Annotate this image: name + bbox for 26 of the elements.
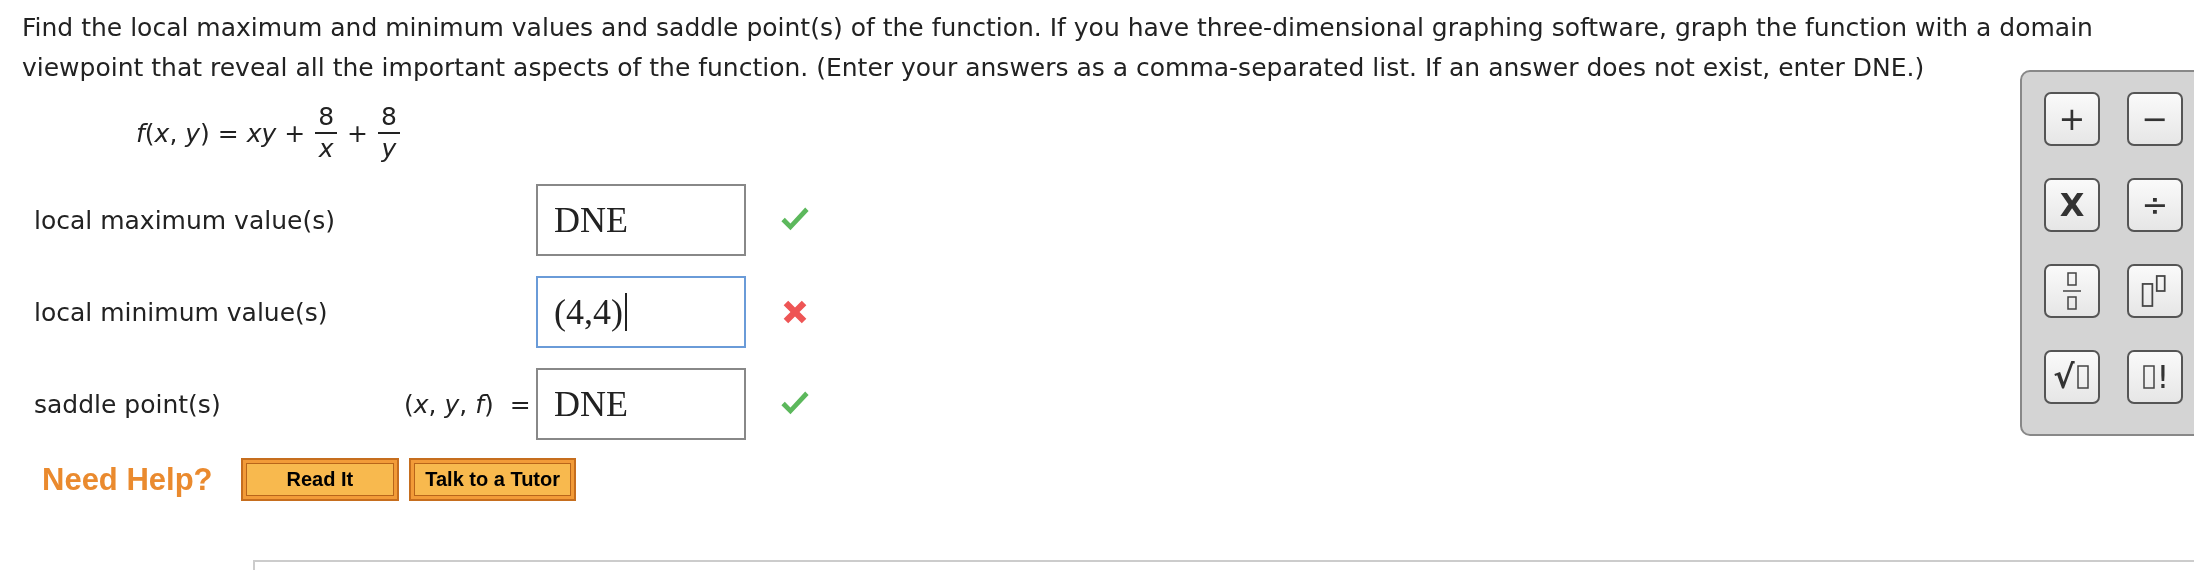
keypad-button[interactable]: +: [2044, 92, 2100, 146]
formula-text: +: [347, 118, 369, 148]
coordinate-label: (x, y, f) =: [404, 389, 531, 419]
keypad-button[interactable]: [2044, 264, 2100, 318]
need-help-label: Need Help?: [42, 461, 213, 498]
keypad-button[interactable]: √: [2044, 350, 2100, 404]
keypad-button[interactable]: ÷: [2127, 178, 2183, 232]
help-button[interactable]: Read It: [240, 458, 400, 501]
help-button[interactable]: Talk to a Tutor: [409, 458, 577, 501]
keypad-button[interactable]: [2127, 264, 2183, 318]
answer-label: saddle point(s): [33, 389, 222, 419]
keypad-button[interactable]: X: [2044, 178, 2100, 232]
answer-label: local maximum value(s): [33, 205, 336, 235]
placeholder-box-icon: [2076, 365, 2089, 389]
answer-field[interactable]: DNE: [536, 368, 746, 440]
keypad-button[interactable]: −: [2127, 92, 2183, 146]
fraction: 8 x: [315, 102, 338, 164]
fraction: 8 y: [378, 102, 400, 164]
instruction-text: Find the local maximum and minimum values and saddle point(s) of the function. If you have three-dimensional graphing software, graph the function with a domain: [22, 12, 2094, 44]
instruction-text: viewpoint that reveal all the important aspects of the function. (Enter your answers as a comma-separated list. If an answer does not exist, enter DNE.): [22, 52, 1926, 84]
formula-text: f(x, y) = xy +: [136, 118, 306, 148]
answer-label: local minimum value(s): [33, 297, 329, 327]
keypad-button[interactable]: !: [2127, 350, 2183, 404]
answer-field[interactable]: DNE: [536, 184, 746, 256]
answer-field[interactable]: (4,4): [536, 276, 746, 348]
placeholder-box-icon: [2142, 365, 2155, 389]
